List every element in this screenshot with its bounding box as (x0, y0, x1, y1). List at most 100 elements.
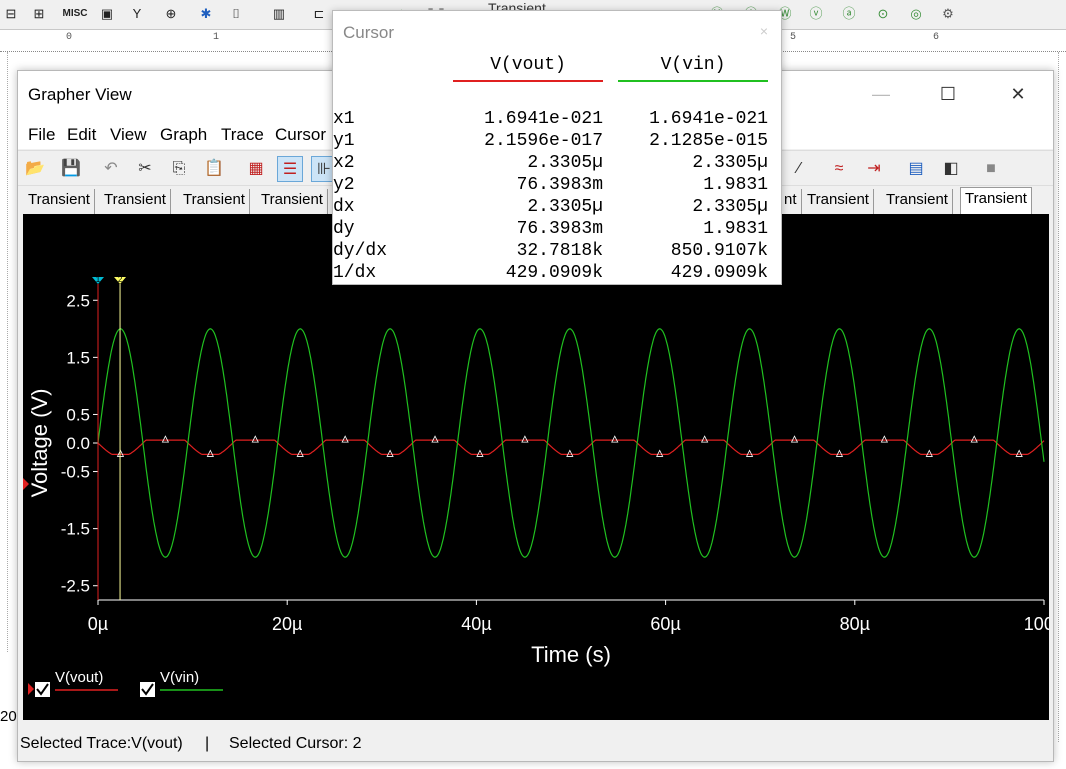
cursor-value-vout: 2.3305µ (527, 197, 603, 217)
minimize-icon[interactable]: — (866, 81, 896, 107)
trace-point-marker (251, 435, 259, 443)
component-icon[interactable]: ⊟ (0, 3, 22, 25)
counter-icon[interactable]: ◎ (905, 3, 927, 25)
undo-icon[interactable]: ↶ (98, 156, 124, 182)
misc-button[interactable]: MISC (60, 3, 90, 25)
cursor-value-vin: 2.1285e-015 (649, 131, 768, 151)
connector-icon[interactable]: ⌷ (225, 3, 247, 25)
cursor-row-y2: y2 76.3983m 1.9831 (333, 175, 773, 197)
trace-point-marker (1015, 449, 1023, 457)
antenna-icon[interactable]: Y (126, 3, 148, 25)
trace-point-marker (161, 435, 170, 443)
close-icon[interactable]: ✕ (1003, 81, 1033, 107)
trace-point-marker (835, 449, 844, 457)
col-underline-vin (618, 80, 768, 82)
y-axis-title: Voltage (V) (27, 389, 52, 498)
tab-transient[interactable]: Transient (257, 189, 328, 214)
trace-point-marker (970, 435, 978, 443)
legend-vin-label: V(vin) (160, 670, 199, 686)
cursor-value-vin: 2.3305µ (692, 197, 768, 217)
cursor-value-vout: 2.3305µ (527, 153, 603, 173)
properties-icon[interactable]: ◧ (938, 156, 964, 182)
cursor-value-vout: 1.6941e-021 (484, 109, 603, 129)
menu-trace[interactable]: Trace (221, 125, 264, 145)
cursor-row-label: dx (333, 197, 355, 217)
cursor-row-dy: dy 76.3983m 1.9831 (333, 219, 773, 241)
settings-gear-icon[interactable]: ⚙ (937, 3, 959, 25)
cursor-flag-label: 1 (96, 275, 101, 284)
meter-da-icon[interactable]: ⓐ (838, 3, 860, 25)
paste-icon[interactable]: 📋 (201, 156, 227, 182)
ruler-tick: 0 (66, 32, 73, 43)
trace-point-marker (745, 449, 754, 457)
indicator-icon[interactable]: ▣ (96, 3, 118, 25)
cursor-row-dy-per-dx: dy/dx 32.7818k 850.9107k (333, 241, 773, 263)
y-tick-label: 1.5 (66, 348, 90, 367)
tab-transient[interactable]: Transient (179, 189, 250, 214)
cursor-value-vin: 1.6941e-021 (649, 109, 768, 129)
electromech-icon[interactable]: ✱ (195, 3, 217, 25)
x-tick-label: 40µ (461, 614, 491, 634)
menu-edit[interactable]: Edit (67, 125, 96, 145)
tab-transient[interactable]: Transient (803, 189, 874, 214)
tab-transient-selected[interactable]: Transient (960, 187, 1032, 214)
tab-transient[interactable]: Transient (882, 189, 953, 214)
hierarchy-icon[interactable]: ⊏ (308, 3, 330, 25)
status-bar: Selected Trace:V(vout) | Selected Cursor… (18, 731, 1053, 761)
tab-transient-partial[interactable]: nt (780, 189, 802, 214)
menu-file[interactable]: File (28, 125, 55, 145)
trace-point-marker (790, 435, 799, 443)
cursor-row-label: x2 (333, 153, 355, 173)
cursor-panel-title: Cursor (343, 23, 395, 42)
cursor-value-vout: 2.1596e-017 (484, 131, 603, 151)
x-tick-label: 0µ (88, 614, 108, 634)
menu-graph[interactable]: Graph (160, 125, 207, 145)
ruler-tick: 5 (790, 32, 797, 43)
right-ruler (1058, 52, 1066, 742)
cursor-row-label: 1/dx (333, 263, 377, 283)
open-icon[interactable]: 📂 (22, 156, 48, 182)
trace-point-marker (386, 449, 394, 457)
cursor-row-label: dy/dx (333, 241, 388, 261)
tab-transient[interactable]: Transient (100, 189, 171, 214)
chip-icon[interactable]: ▥ (268, 3, 290, 25)
stop-grey-icon[interactable]: ■ (978, 156, 1004, 182)
overlay-icon[interactable]: ≈ (826, 156, 852, 182)
left-ruler (0, 52, 8, 652)
trace-point-marker (700, 435, 709, 443)
cursor-close-icon[interactable]: × (753, 23, 775, 45)
cursor-value-vin: 429.0909k (670, 263, 768, 283)
menu-cursor[interactable]: Cursor (275, 125, 326, 145)
trace-point-marker (656, 449, 664, 457)
save-icon[interactable]: 💾 (58, 156, 84, 182)
x-axis-title: Time (s) (531, 642, 611, 667)
table-icon[interactable]: ▤ (903, 156, 929, 182)
trace-point-marker (476, 449, 484, 457)
scope-icon[interactable]: ⊙ (872, 3, 894, 25)
y-tick-label: -1.5 (61, 520, 90, 539)
select-icon[interactable]: ⁄ (786, 156, 812, 182)
cursor-flag-label: 2 (118, 275, 123, 284)
meter-dv-icon[interactable]: ⓥ (805, 3, 827, 25)
copy-icon[interactable]: ⎘ (166, 156, 192, 182)
trace-point-marker (431, 435, 439, 443)
status-selected-cursor: Selected Cursor: 2 (229, 735, 362, 752)
trace-point-marker (880, 435, 889, 443)
cut-icon[interactable]: ✂ (132, 156, 158, 182)
maximize-icon[interactable]: ☐ (933, 81, 963, 107)
ruler-tick: 6 (933, 32, 940, 43)
legend-icon[interactable]: ☰ (277, 156, 303, 182)
cursor-row-dx: dx 2.3305µ 2.3305µ (333, 197, 773, 219)
source-icon[interactable]: ⊞ (28, 3, 50, 25)
export-icon[interactable]: ⇥ (861, 156, 887, 182)
y-tick-label: -0.5 (61, 463, 90, 482)
plot-area[interactable]: 2.5 1.5 0.5 0.0 -0.5 -1.5 -2.5 0µ 20µ 40µ 60µ 80µ 10… (23, 214, 1064, 720)
x-tick-label: 80µ (840, 614, 870, 634)
cursor-row-label: dy (333, 219, 355, 239)
probe-icon[interactable]: ⊕ (160, 3, 182, 25)
cursor-row-label: y1 (333, 131, 355, 151)
grid-icon[interactable]: ▦ (243, 156, 269, 182)
menu-view[interactable]: View (110, 125, 147, 145)
tab-transient[interactable]: Transient (24, 189, 95, 214)
y-tick-label: 2.5 (66, 291, 90, 310)
